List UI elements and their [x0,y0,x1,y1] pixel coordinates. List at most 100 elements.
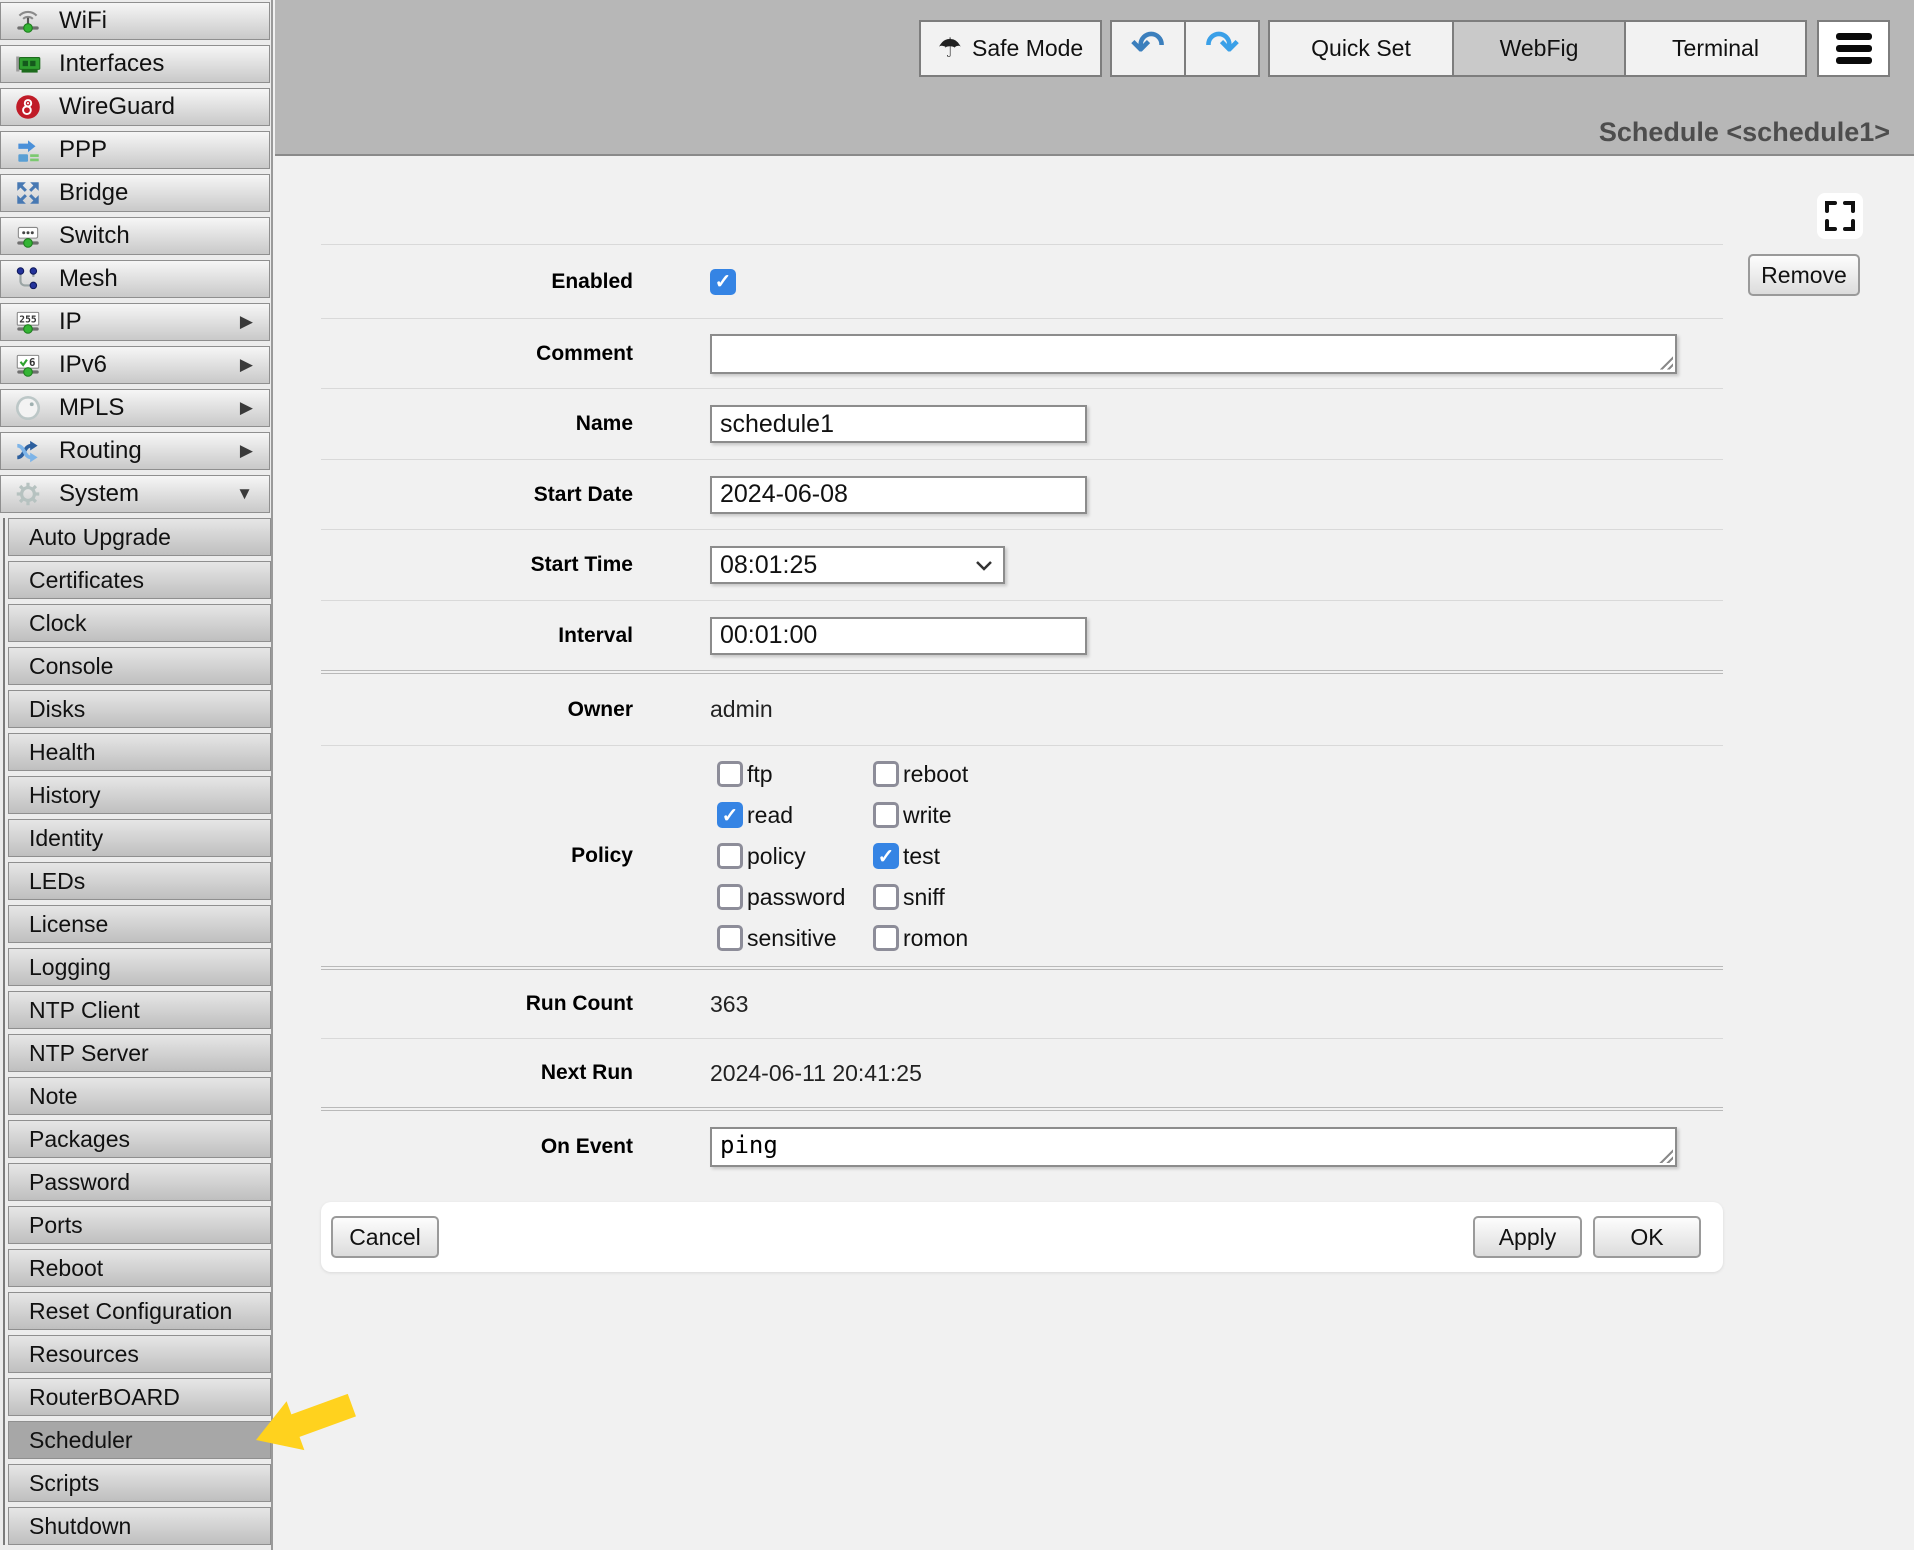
sidebar-item-label: Certificates [29,567,144,594]
sidebar-item-reset-configuration[interactable]: Reset Configuration [8,1292,271,1330]
sidebar-item-routing[interactable]: Routing▶ [0,432,270,470]
tab-webfig[interactable]: WebFig [1452,20,1626,77]
sidebar-item-ip[interactable]: 255IP▶ [0,303,270,341]
policy-option-read: ✓read [717,795,873,836]
chevron-right-icon: ▶ [240,312,253,332]
action-button-bar: Cancel Apply OK [321,1202,1723,1272]
cancel-button[interactable]: Cancel [331,1216,439,1258]
redo-button[interactable]: ↷ [1184,20,1260,77]
sidebar-item-history[interactable]: History [8,776,271,814]
policy-row: Policy ftp✓readpolicypasswordsensitivere… [321,746,1723,966]
policy-option-write: write [873,795,968,836]
fullscreen-button[interactable] [1817,193,1863,239]
sidebar-item-logging[interactable]: Logging [8,948,271,986]
policy-checkbox-sniff[interactable] [873,884,899,910]
sidebar-item-interfaces[interactable]: Interfaces [0,45,270,83]
sidebar-item-scheduler[interactable]: Scheduler [8,1421,271,1459]
policy-checkbox-read[interactable]: ✓ [717,802,743,828]
apply-button[interactable]: Apply [1473,1216,1582,1258]
interval-input[interactable] [710,617,1087,655]
tab-quick-set[interactable]: Quick Set [1268,20,1454,77]
policy-checkbox-sensitive[interactable] [717,925,743,951]
sidebar: WiFi Interfaces WireGuard PPP Bridge Switch Me… [0,0,273,1550]
enabled-row: Enabled ✓ [321,245,1723,318]
sidebar-item-packages[interactable]: Packages [8,1120,271,1158]
sidebar-item-ipv6[interactable]: 6IPv6▶ [0,346,270,384]
sidebar-item-auto-upgrade[interactable]: Auto Upgrade [8,518,271,556]
policy-checkbox-password[interactable] [717,884,743,910]
remove-button[interactable]: Remove [1748,254,1860,296]
sidebar-item-wifi[interactable]: WiFi [0,2,270,40]
sidebar-item-label: WiFi [59,7,107,35]
sidebar-item-certificates[interactable]: Certificates [8,561,271,599]
start-time-select[interactable]: 08:01:25 [710,546,1005,584]
sidebar-item-bridge[interactable]: Bridge [0,174,270,212]
sidebar-item-switch[interactable]: Switch [0,217,270,255]
sidebar-item-disks[interactable]: Disks [8,690,271,728]
sidebar-item-ntp-server[interactable]: NTP Server [8,1034,271,1072]
topbar: ☂ Safe Mode ↶ ↷ Quick Set WebFig Termina… [275,0,1914,156]
sidebar-item-license[interactable]: License [8,905,271,943]
chevron-right-icon: ▶ [240,441,253,461]
policy-checkbox-label: romon [903,925,968,952]
undo-button[interactable]: ↶ [1110,20,1186,77]
sidebar-item-wireguard[interactable]: WireGuard [0,88,270,126]
sidebar-item-ports[interactable]: Ports [8,1206,271,1244]
sidebar-item-console[interactable]: Console [8,647,271,685]
sidebar-item-clock[interactable]: Clock [8,604,271,642]
policy-checkbox-label: reboot [903,761,968,788]
webfig-page: { "toolbar": { "safe_mode": "Safe Mode",… [0,0,1914,1550]
ipv6-icon: 6 [13,350,43,380]
policy-option-test: ✓test [873,836,968,877]
menu-button[interactable] [1817,20,1890,77]
sidebar-system-submenu: Auto Upgrade Certificates Clock Console Disk… [0,518,271,1545]
sidebar-item-system[interactable]: System▼ [0,475,270,513]
sidebar-item-leds[interactable]: LEDs [8,862,271,900]
switch-icon [13,221,43,251]
webfig-label: WebFig [1500,35,1579,62]
name-input[interactable] [710,405,1087,443]
sidebar-item-label: WireGuard [59,93,175,121]
sidebar-item-ntp-client[interactable]: NTP Client [8,991,271,1029]
sidebar-item-label: LEDs [29,868,85,895]
bridge-icon [13,178,43,208]
sidebar-item-note[interactable]: Note [8,1077,271,1115]
sidebar-item-label: RouterBOARD [29,1384,180,1411]
policy-checkbox-ftp[interactable] [717,761,743,787]
sidebar-item-routerboard[interactable]: RouterBOARD [8,1378,271,1416]
sidebar-item-resources[interactable]: Resources [8,1335,271,1373]
policy-checkbox-reboot[interactable] [873,761,899,787]
policy-option-romon: romon [873,918,968,959]
enabled-label: Enabled [321,270,633,294]
sidebar-item-mesh[interactable]: Mesh [0,260,270,298]
sidebar-item-scripts[interactable]: Scripts [8,1464,271,1502]
sidebar-item-mpls[interactable]: MPLS▶ [0,389,270,427]
policy-checkbox-policy[interactable] [717,843,743,869]
enabled-checkbox[interactable]: ✓ [710,269,736,295]
run-count-row: Run Count 363 [321,970,1723,1038]
ok-button[interactable]: OK [1593,1216,1701,1258]
sidebar-item-shutdown[interactable]: Shutdown [8,1507,271,1545]
sidebar-item-ppp[interactable]: PPP [0,131,270,169]
safe-mode-button[interactable]: ☂ Safe Mode [919,20,1102,77]
sidebar-item-label: Console [29,653,113,680]
sidebar-item-health[interactable]: Health [8,733,271,771]
tab-terminal[interactable]: Terminal [1624,20,1807,77]
owner-row: Owner admin [321,674,1723,745]
umbrella-icon: ☂ [938,33,962,64]
policy-checkbox-grid: ftp✓readpolicypasswordsensitiverebootwri… [710,754,968,959]
sidebar-item-password[interactable]: Password [8,1163,271,1201]
sidebar-item-reboot[interactable]: Reboot [8,1249,271,1287]
interval-row: Interval [321,601,1723,670]
on-event-input[interactable]: ping [710,1127,1677,1167]
comment-input[interactable] [710,334,1677,374]
policy-option-sniff: sniff [873,877,968,918]
routing-icon [13,436,43,466]
policy-checkbox-test[interactable]: ✓ [873,843,899,869]
policy-checkbox-write[interactable] [873,802,899,828]
name-label: Name [321,412,633,436]
sidebar-item-identity[interactable]: Identity [8,819,271,857]
policy-checkbox-romon[interactable] [873,925,899,951]
page-title: Schedule <schedule1> [1599,117,1890,148]
start-date-input[interactable] [710,476,1087,514]
